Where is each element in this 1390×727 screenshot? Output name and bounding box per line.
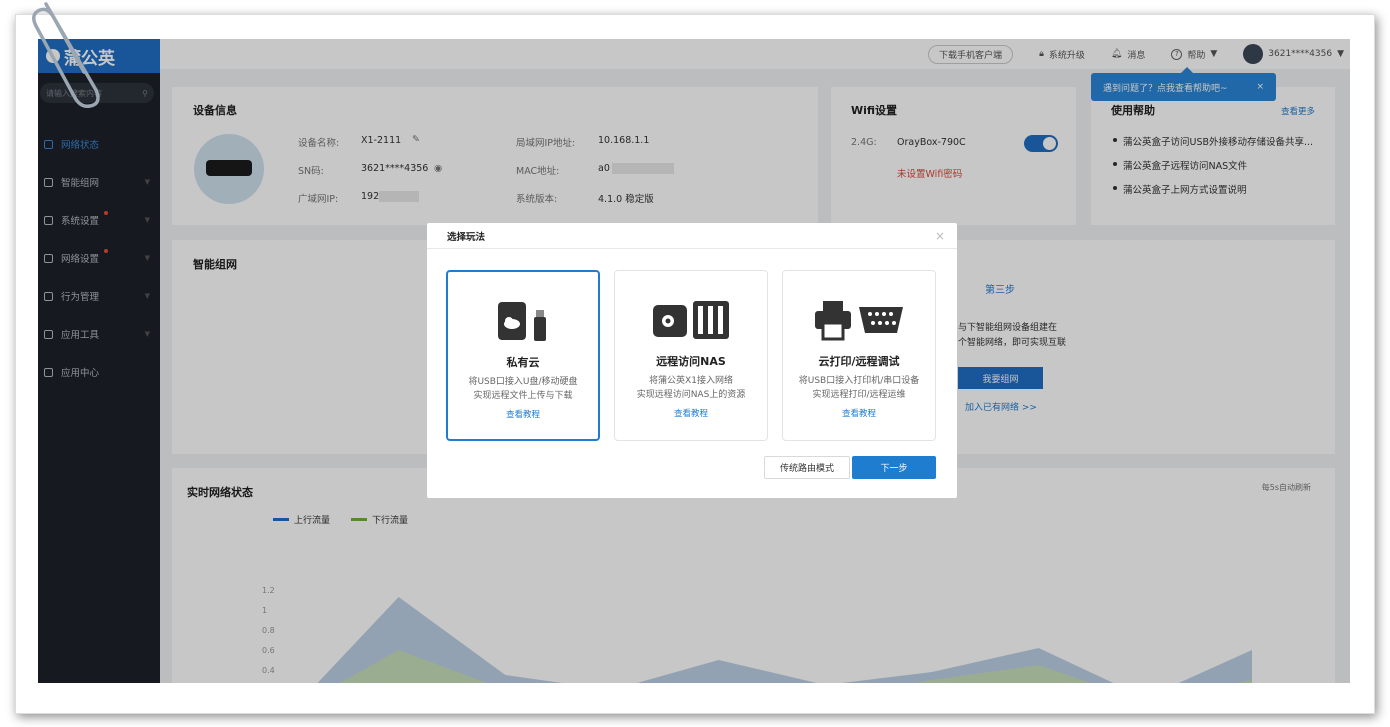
- card-remote-nas[interactable]: 远程访问NAS 将蒲公英X1接入网络 实现远程访问NAS上的资源 查看教程: [614, 270, 768, 441]
- printer-icon: [783, 299, 935, 341]
- card-title: 私有云: [506, 356, 540, 369]
- card-cloud-print[interactable]: 云打印/远程调试 将USB口接入打印机/串口设备 实现远程打印/远程运维 查看教程: [782, 270, 936, 441]
- dialog-title: 选择玩法: [447, 231, 486, 243]
- card-tutorial-link[interactable]: 查看教程: [783, 407, 935, 419]
- card-title: 远程访问NAS: [656, 355, 726, 368]
- card-tutorial-link[interactable]: 查看教程: [615, 407, 767, 419]
- paperclip-icon: [32, 2, 100, 109]
- card-description: 将USB口接入U盘/移动硬盘 实现远程文件上传与下载: [468, 377, 578, 401]
- choose-mode-dialog: 选择玩法 × 私有云 将USB口接入U盘/移动硬盘 实现远程文件上传与下载 查看教…: [427, 223, 957, 498]
- card-tutorial-link[interactable]: 查看教程: [448, 408, 598, 420]
- card-description: 将USB口接入打印机/串口设备 实现远程打印/远程运维: [798, 376, 920, 400]
- app-window: 蒲公英 请输入搜索内容 ⚲ 网络状态 智能组网 ▼ 系统设置 ▼ 网络设置 ▼ 行为管理…: [38, 39, 1350, 683]
- nas-icon: [615, 299, 767, 341]
- card-private-cloud[interactable]: 私有云 将USB口接入U盘/移动硬盘 实现远程文件上传与下载 查看教程: [446, 270, 600, 441]
- next-step-button[interactable]: 下一步: [852, 456, 936, 479]
- close-icon[interactable]: ×: [935, 229, 945, 243]
- dialog-header: 选择玩法 ×: [427, 223, 957, 249]
- traditional-router-button[interactable]: 传统路由模式: [764, 456, 850, 479]
- cloud-drive-icon: [448, 300, 598, 342]
- card-title: 云打印/远程调试: [818, 355, 900, 368]
- card-description: 将蒲公英X1接入网络 实现远程访问NAS上的资源: [636, 376, 746, 400]
